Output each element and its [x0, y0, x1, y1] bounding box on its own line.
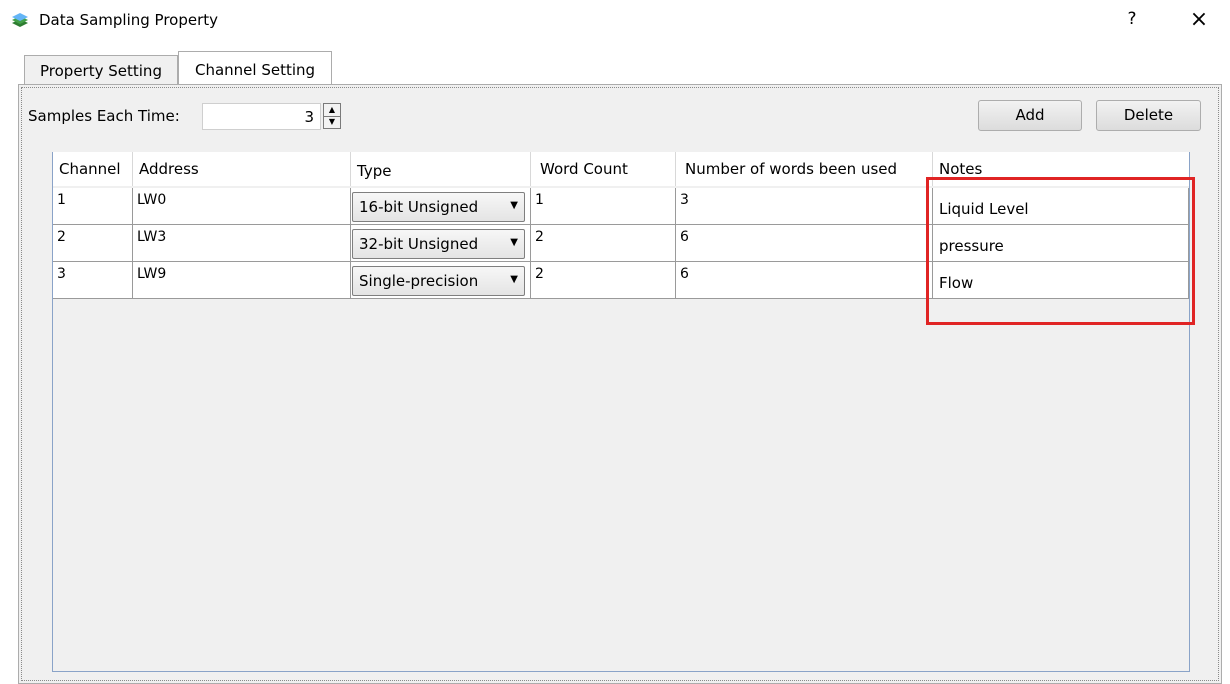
tab-channel-setting[interactable]: Channel Setting	[178, 51, 332, 85]
cell-address[interactable]: LW0	[133, 188, 351, 224]
cell-channel[interactable]: 3	[53, 262, 133, 298]
tab-property-setting[interactable]: Property Setting	[24, 55, 178, 85]
cell-word-count[interactable]: 1	[531, 188, 676, 224]
cell-words-used[interactable]: 6	[676, 262, 933, 298]
samples-each-time-input[interactable]: 3	[202, 103, 321, 130]
samples-each-time-label: Samples Each Time:	[28, 107, 180, 125]
samples-spinner[interactable]: ▲ ▼	[323, 103, 341, 129]
title-bar: Data Sampling Property ? ×	[0, 0, 1230, 42]
chevron-down-icon: ▼	[510, 274, 518, 285]
cell-address[interactable]: LW9	[133, 262, 351, 298]
cell-type[interactable]: Single-precision ▼	[351, 262, 531, 298]
type-select[interactable]: Single-precision ▼	[352, 266, 525, 296]
spin-down-icon[interactable]: ▼	[324, 116, 340, 128]
type-select[interactable]: 32-bit Unsigned ▼	[352, 229, 525, 259]
cell-words-used[interactable]: 6	[676, 225, 933, 261]
cell-channel[interactable]: 2	[53, 225, 133, 261]
cell-channel[interactable]: 1	[53, 188, 133, 224]
cell-address[interactable]: LW3	[133, 225, 351, 261]
type-select-value: 16-bit Unsigned	[359, 198, 479, 216]
help-button[interactable]: ?	[1122, 9, 1142, 29]
header-address[interactable]: Address	[133, 152, 351, 186]
close-button[interactable]: ×	[1186, 7, 1212, 33]
data-sampling-app-icon	[12, 13, 28, 27]
notes-highlight-box	[926, 177, 1195, 325]
cell-word-count[interactable]: 2	[531, 225, 676, 261]
cell-words-used[interactable]: 3	[676, 188, 933, 224]
cell-type[interactable]: 16-bit Unsigned ▼	[351, 188, 531, 224]
header-word-count[interactable]: Word Count	[531, 152, 676, 186]
window-title: Data Sampling Property	[39, 11, 219, 29]
chevron-down-icon: ▼	[510, 237, 518, 248]
cell-type[interactable]: 32-bit Unsigned ▼	[351, 225, 531, 261]
chevron-down-icon: ▼	[510, 200, 518, 211]
type-select-value: Single-precision	[359, 272, 479, 290]
type-select[interactable]: 16-bit Unsigned ▼	[352, 192, 525, 222]
add-button[interactable]: Add	[978, 100, 1082, 131]
header-words-used[interactable]: Number of words been used	[676, 152, 933, 186]
type-select-value: 32-bit Unsigned	[359, 235, 479, 253]
header-type[interactable]: Type	[351, 152, 531, 186]
header-channel[interactable]: Channel	[53, 152, 133, 186]
cell-word-count[interactable]: 2	[531, 262, 676, 298]
delete-button[interactable]: Delete	[1096, 100, 1201, 131]
